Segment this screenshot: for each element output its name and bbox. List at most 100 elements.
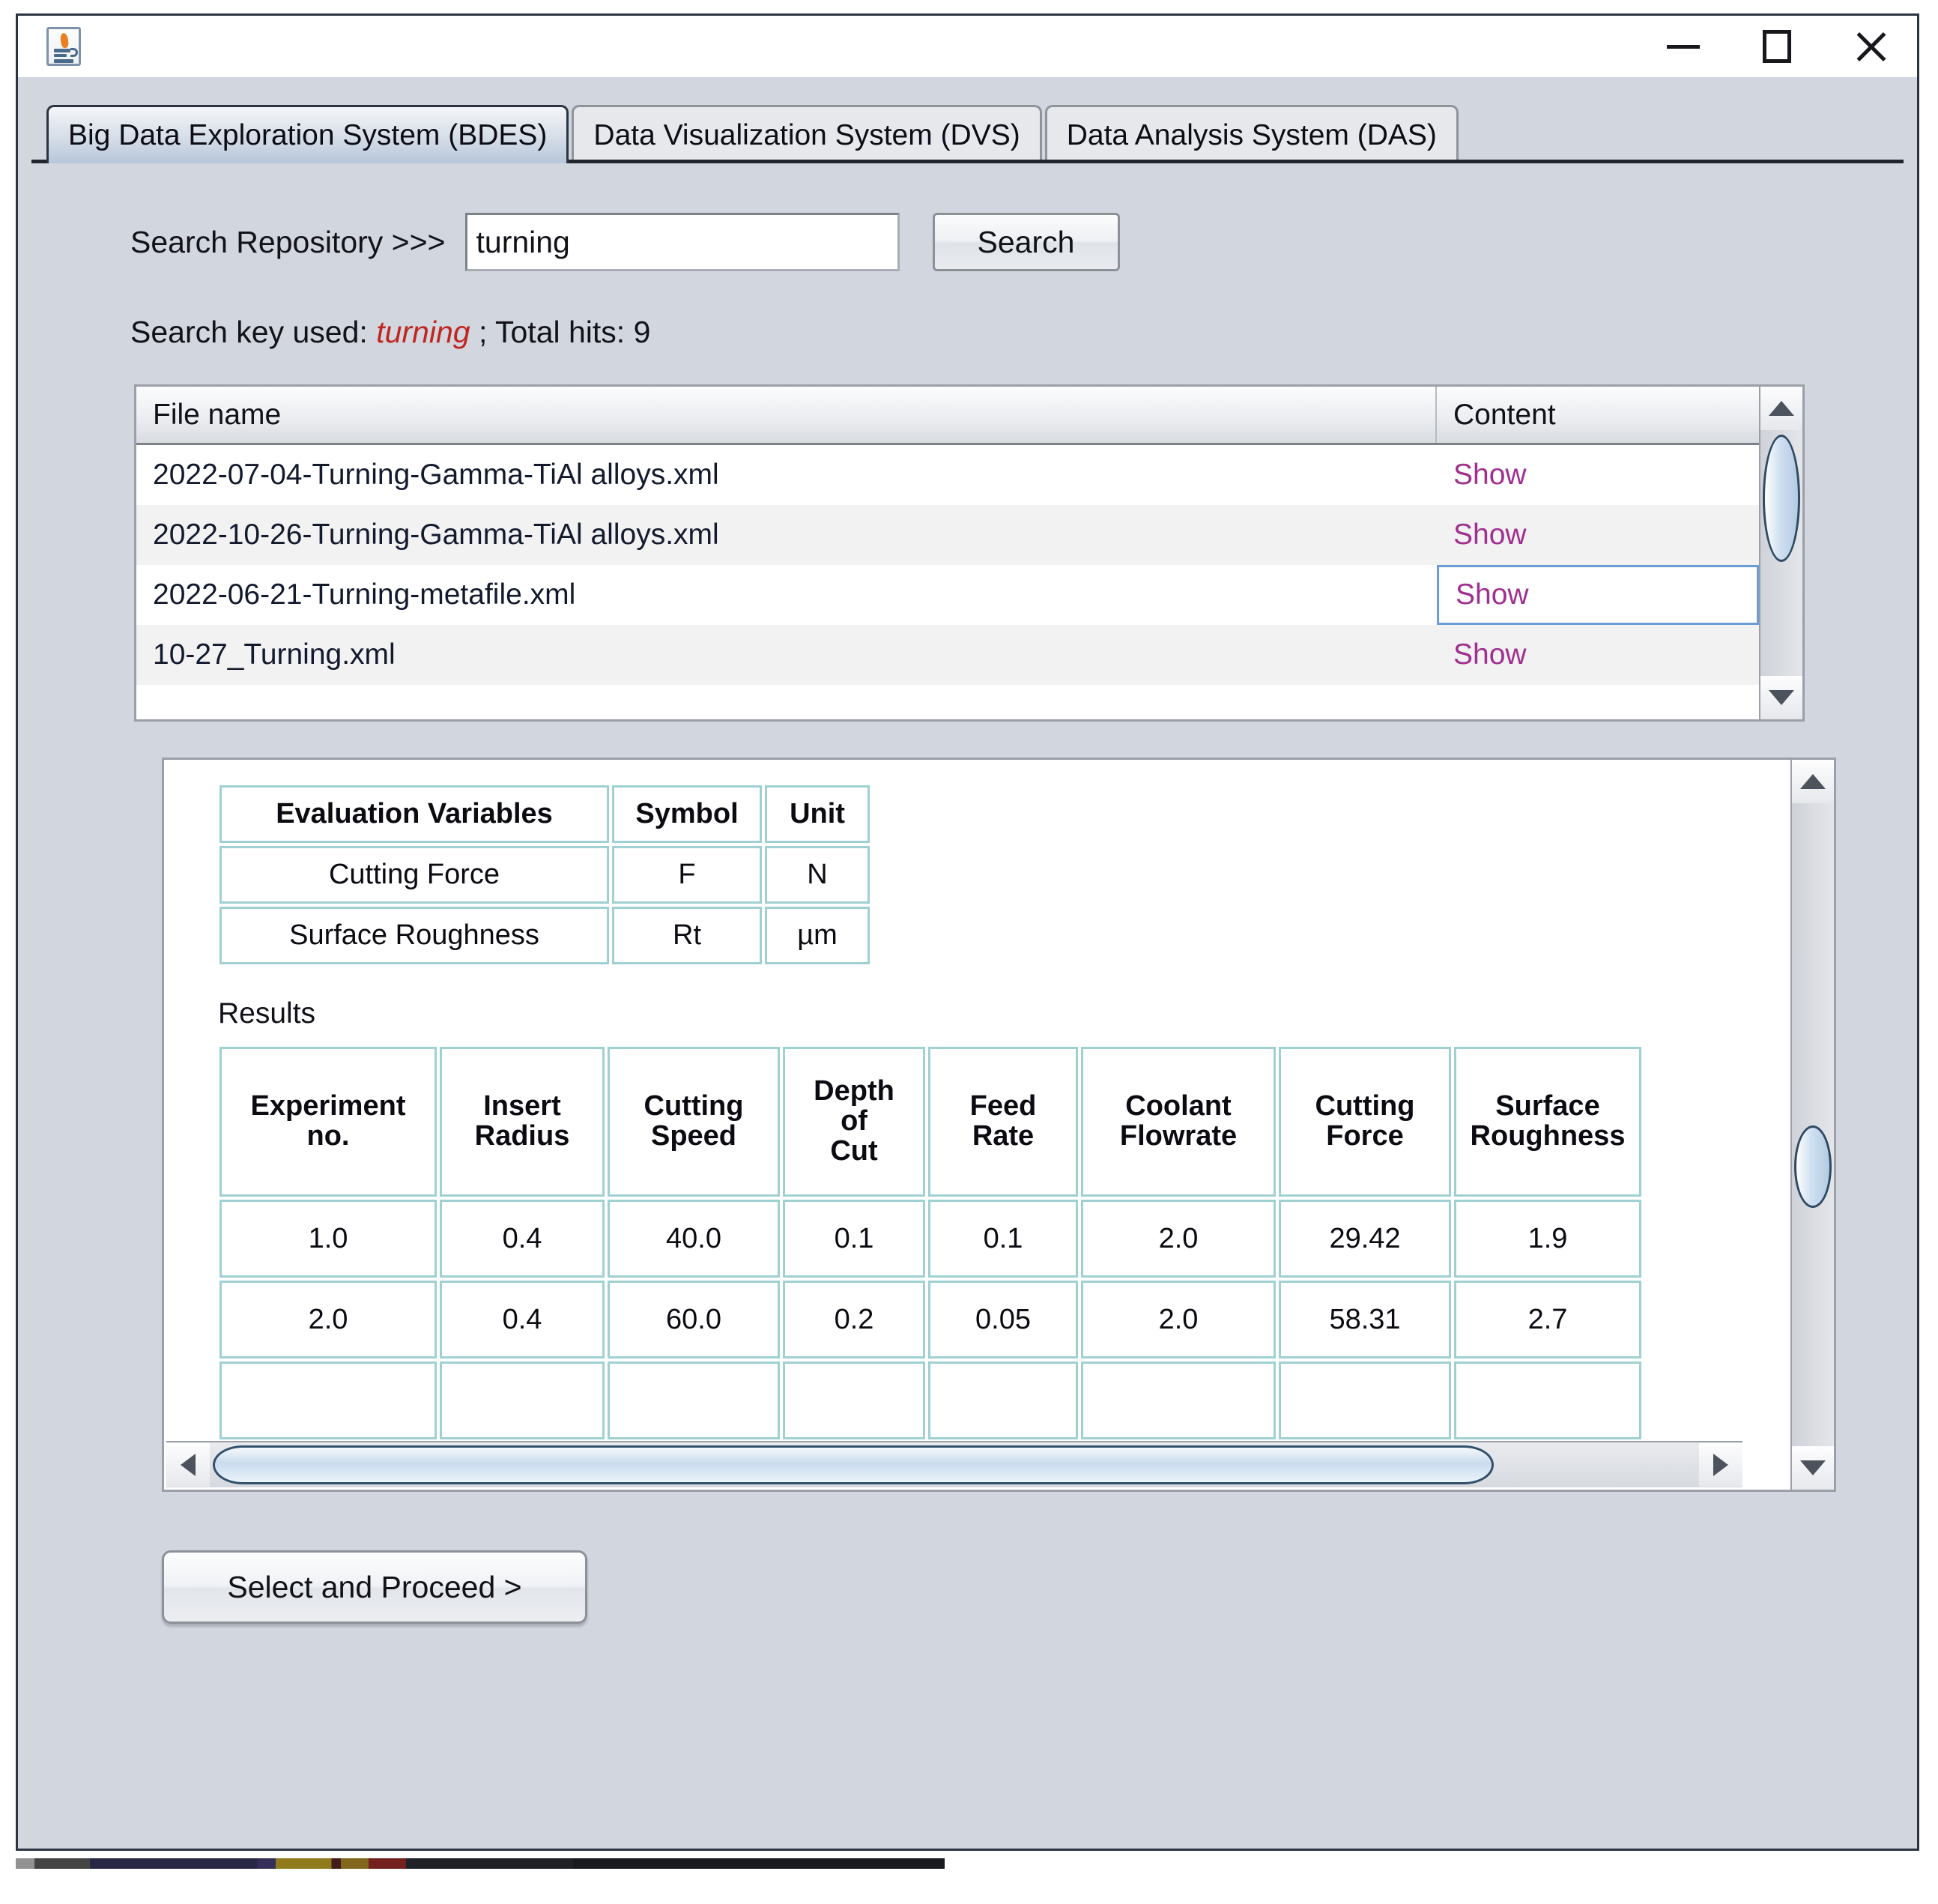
show-link[interactable]: Show (1437, 505, 1759, 565)
cell-experiment-no: 1.0 (219, 1200, 437, 1278)
cell-cutting-force: 58.31 (1279, 1281, 1451, 1359)
scroll-down-button[interactable] (1792, 1446, 1834, 1490)
maximize-button[interactable] (1730, 16, 1823, 77)
scroll-up-button[interactable] (1792, 760, 1834, 803)
maximize-icon (1762, 30, 1791, 63)
cell-cutting-force (1279, 1361, 1451, 1439)
search-status-keyword: turning (376, 315, 470, 349)
variable-name-cell: Surface Roughness (219, 907, 609, 964)
java-coffee-cup-icon (46, 27, 81, 66)
cell-depth-of-cut: 0.2 (783, 1281, 925, 1359)
page-edge-artifact (16, 1858, 945, 1869)
variable-unit-cell: µm (765, 907, 870, 964)
cell-depth-of-cut: 0.1 (783, 1200, 925, 1278)
table-row[interactable]: 2022-10-26-Turning-Gamma-TiAl alloys.xml… (136, 505, 1759, 565)
table-row[interactable]: 2022-07-04-Turning-Gamma-TiAl alloys.xml… (136, 445, 1759, 505)
search-row: Search Repository >>> turning Search (130, 213, 1917, 271)
cell-cutting-speed: 60.0 (608, 1281, 780, 1359)
search-input[interactable]: turning (464, 213, 900, 271)
scroll-thumb[interactable] (1763, 435, 1800, 562)
cell-insert-radius (440, 1361, 605, 1439)
search-status-suffix: ; Total hits: 9 (470, 315, 651, 349)
scroll-track[interactable] (1792, 803, 1834, 1446)
cell-cutting-force: 29.42 (1279, 1200, 1451, 1278)
table-row: 1.0 0.4 40.0 0.1 0.1 2.0 29.42 1.9 (219, 1200, 1641, 1278)
variable-name-cell: Cutting Force (219, 846, 609, 904)
scroll-thumb[interactable] (213, 1445, 1494, 1484)
evaluation-variables-table: Evaluation Variables Symbol Unit Cutting… (216, 782, 873, 967)
window-body: Big Data Exploration System (BDES) Data … (18, 77, 1917, 1849)
table-row[interactable]: 10-27_Turning.xml Show (136, 625, 1759, 685)
tab-dvs[interactable]: Data Visualization System (DVS) (572, 105, 1042, 163)
detail-horizontal-scrollbar[interactable] (166, 1441, 1742, 1487)
table-row: 2.0 0.4 60.0 0.2 0.05 2.0 58.31 2.7 (219, 1281, 1641, 1359)
search-status: Search key used: turning ; Total hits: 9 (130, 315, 1917, 350)
cell-insert-radius: 0.4 (440, 1200, 605, 1278)
hdr-line: Insert (483, 1090, 561, 1122)
minimize-button[interactable] (1636, 16, 1730, 77)
chevron-right-icon (1713, 1454, 1728, 1476)
hdr-line: Roughness (1470, 1120, 1626, 1152)
window-controls (1636, 16, 1917, 77)
cell-insert-radius: 0.4 (440, 1281, 605, 1359)
hdr-line: Feed (969, 1090, 1037, 1122)
close-button[interactable] (1823, 16, 1917, 77)
hdr-line: Surface (1495, 1090, 1600, 1122)
column-header-evaluation-variables: Evaluation Variables (219, 785, 609, 843)
scroll-left-button[interactable] (166, 1443, 210, 1487)
hdr-line: Cutting (644, 1090, 744, 1122)
hdr-line: Coolant (1125, 1090, 1232, 1122)
search-label: Search Repository >>> (130, 224, 446, 259)
show-link[interactable] (1437, 685, 1759, 719)
file-table-vertical-scrollbar[interactable] (1759, 387, 1802, 719)
scroll-down-button[interactable] (1760, 676, 1802, 719)
search-status-prefix: Search key used: (130, 315, 377, 349)
table-row: Cutting Force F N (219, 846, 870, 904)
hdr-line: no. (306, 1120, 350, 1152)
cell-experiment-no: 2.0 (219, 1281, 437, 1359)
hdr-line: of (841, 1105, 867, 1137)
file-name-cell: 2022-06-21-Turning-metafile.xml (153, 578, 576, 611)
hdr-line: Rate (972, 1120, 1035, 1152)
column-header-file-name[interactable]: File name (136, 387, 1437, 443)
column-header-insert-radius: Insert Radius (440, 1047, 605, 1197)
show-link[interactable]: Show (1437, 565, 1759, 625)
file-table-header: File name Content (136, 387, 1759, 445)
table-row-partial (219, 1361, 1641, 1439)
chevron-down-icon (1800, 1460, 1826, 1475)
table-row: Surface Roughness Rt µm (219, 907, 870, 964)
file-name-cell (136, 685, 1437, 719)
cell-coolant-flowrate (1081, 1361, 1276, 1439)
table-row[interactable]: 2022-06-21-Turning-metafile.xml Show (136, 565, 1759, 625)
show-link[interactable]: Show (1437, 625, 1759, 685)
scroll-right-button[interactable] (1699, 1443, 1742, 1487)
cell-depth-of-cut (783, 1361, 925, 1439)
cell-experiment-no (219, 1361, 437, 1439)
cell-surface-roughness (1454, 1361, 1641, 1439)
title-bar (18, 16, 1917, 77)
show-link[interactable]: Show (1437, 445, 1759, 505)
scroll-track[interactable] (1760, 430, 1802, 676)
column-header-content[interactable]: Content (1437, 387, 1759, 443)
bdes-panel: Search Repository >>> turning Search Sea… (18, 213, 1917, 1624)
scroll-track[interactable] (210, 1443, 1699, 1487)
chevron-up-icon (1769, 401, 1794, 416)
hdr-line: Force (1326, 1120, 1404, 1152)
file-name-cell: 10-27_Turning.xml (153, 638, 396, 671)
variable-symbol-cell: Rt (612, 907, 762, 964)
minimize-icon (1666, 44, 1700, 49)
table-row-partial[interactable] (136, 685, 1759, 719)
application-window: Big Data Exploration System (BDES) Data … (16, 13, 1919, 1851)
scroll-thumb[interactable] (1794, 1125, 1832, 1208)
column-header-coolant-flowrate: Coolant Flowrate (1081, 1047, 1276, 1197)
tab-bdes[interactable]: Big Data Exploration System (BDES) (46, 105, 569, 163)
select-and-proceed-button[interactable]: Select and Proceed > (162, 1550, 587, 1624)
tab-das[interactable]: Data Analysis System (DAS) (1044, 105, 1459, 163)
close-icon (1854, 30, 1887, 63)
scroll-up-button[interactable] (1760, 387, 1802, 430)
detail-vertical-scrollbar[interactable] (1790, 760, 1834, 1490)
chevron-down-icon (1769, 690, 1794, 705)
search-button[interactable]: Search (932, 213, 1120, 271)
file-name-cell: 2022-10-26-Turning-Gamma-TiAl alloys.xml (153, 519, 719, 551)
detail-content: Evaluation Variables Symbol Unit Cutting… (164, 760, 1790, 1490)
